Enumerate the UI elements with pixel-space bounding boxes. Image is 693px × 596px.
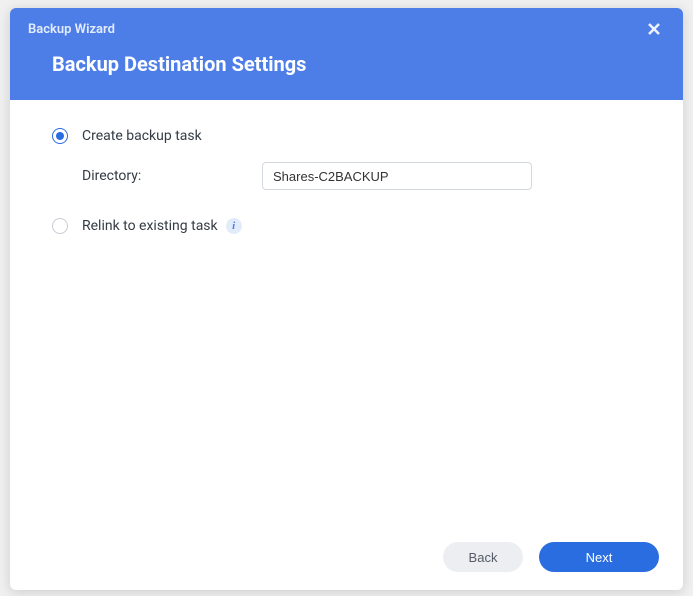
titlebar-title: Backup Wizard <box>28 22 115 37</box>
dialog-content: Create backup task Directory: Relink to … <box>10 100 683 532</box>
directory-row: Directory: <box>82 162 641 190</box>
next-button[interactable]: Next <box>539 542 659 572</box>
close-button[interactable] <box>643 18 665 40</box>
radio-create-task[interactable] <box>52 128 68 144</box>
backup-wizard-dialog: Backup Wizard Backup Destination Setting… <box>10 8 683 590</box>
radio-relink-label: Relink to existing task <box>82 218 218 234</box>
close-icon <box>647 22 661 36</box>
directory-input[interactable] <box>262 162 532 190</box>
page-title: Backup Destination Settings <box>10 44 683 100</box>
directory-label: Directory: <box>82 168 262 184</box>
titlebar: Backup Wizard <box>10 8 683 44</box>
radio-create-label: Create backup task <box>82 128 202 144</box>
back-button[interactable]: Back <box>443 542 523 572</box>
option-create-row: Create backup task <box>52 128 641 144</box>
dialog-footer: Back Next <box>10 532 683 590</box>
option-relink-row: Relink to existing task i <box>52 218 641 234</box>
radio-relink-task[interactable] <box>52 218 68 234</box>
info-icon[interactable]: i <box>226 218 242 234</box>
dialog-header: Backup Wizard Backup Destination Setting… <box>10 8 683 100</box>
